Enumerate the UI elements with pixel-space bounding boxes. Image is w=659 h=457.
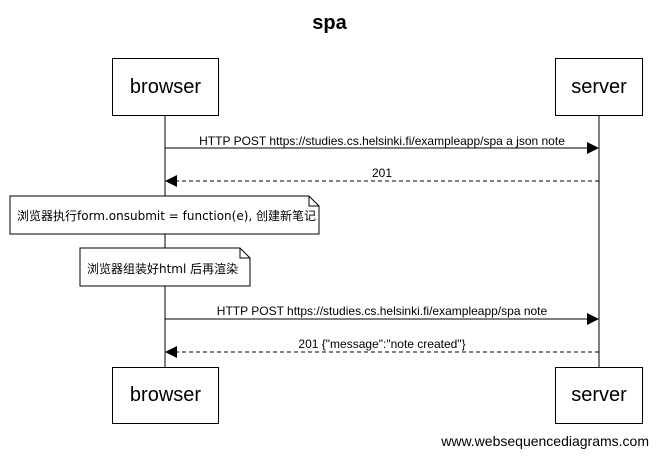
diagram-title: spa bbox=[312, 12, 347, 34]
message-label-post-note: HTTP POST https://studies.cs.helsinki.fi… bbox=[216, 304, 548, 318]
participant-browser-bottom: browser bbox=[112, 367, 219, 424]
note-text-render: 浏览器组装好html 后再渲染 bbox=[87, 262, 239, 276]
message-label-post-json: HTTP POST https://studies.cs.helsinki.fi… bbox=[199, 134, 565, 148]
message-label-201: 201 bbox=[371, 166, 393, 180]
participant-browser-top: browser bbox=[112, 58, 219, 116]
participant-server-bottom: server bbox=[555, 367, 643, 424]
participant-server-top: server bbox=[555, 58, 643, 116]
sequence-diagram: spa browser server HTTP POST https://stu… bbox=[0, 0, 659, 457]
watermark-link[interactable]: www.websequencediagrams.com bbox=[441, 433, 649, 449]
message-label-note-created: 201 {"message":"note created"} bbox=[298, 337, 466, 351]
note-text-onsubmit: 浏览器执行form.onsubmit = function(e), 创建新笔记 bbox=[17, 209, 317, 223]
